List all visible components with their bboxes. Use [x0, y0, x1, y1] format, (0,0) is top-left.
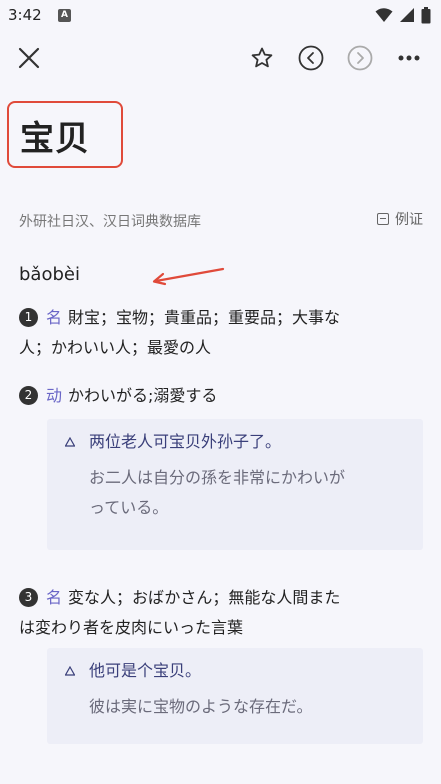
example-block: 他可是个宝贝。 彼は実に宝物のような存在だ。 — [47, 648, 423, 744]
example-japanese-line: 彼は実に宝物のような存在だ。 — [89, 697, 313, 716]
example-chinese[interactable]: 他可是个宝贝。 — [89, 658, 423, 684]
example-block: 两位老人可宝贝外孙子了。 お二人は自分の孫を非常にかわいが っている。 — [47, 419, 423, 550]
wifi-icon — [375, 8, 393, 22]
example-japanese-line: っている。 — [89, 498, 169, 517]
a-badge-icon: A — [58, 9, 71, 22]
triangle-icon — [65, 437, 75, 447]
sense-definition: 財宝；宝物；貴重品；重要品；大事な — [68, 308, 341, 327]
dictionary-source: 外研社日汉、汉日词典数据库 — [19, 214, 201, 230]
more-options-button[interactable] — [392, 38, 426, 78]
close-icon — [18, 47, 40, 69]
example-japanese: お二人は自分の孫を非常にかわいが っている。 — [89, 463, 423, 523]
sense-1: 1 名財宝；宝物；貴重品；重要品；大事な 人；かわいい人；最愛の人 — [19, 303, 340, 363]
example-chinese[interactable]: 两位老人可宝贝外孙子了。 — [89, 429, 423, 455]
sense-definition: 変な人；おばかさん；無能な人間また — [68, 588, 341, 607]
sense-number: 1 — [19, 308, 38, 327]
pinyin: bǎobèi — [19, 264, 80, 285]
sense-3: 3 名変な人；おばかさん；無能な人間また は変わり者を皮肉にいった言葉 — [19, 583, 340, 643]
examples-toggle-label: 例证 — [395, 212, 423, 228]
signal-icon — [400, 8, 414, 22]
collapse-icon — [377, 213, 389, 225]
annotation-arrow-icon — [152, 267, 225, 286]
status-icons — [375, 6, 431, 24]
headword: 宝贝 — [20, 119, 90, 159]
sense-definition-cont: 人；かわいい人；最愛の人 — [19, 338, 212, 357]
favorite-button[interactable] — [245, 38, 279, 78]
chevron-left-circle-icon — [298, 45, 324, 71]
toolbar — [0, 38, 441, 78]
sense-number: 3 — [19, 588, 38, 607]
sense-definition-cont: は変わり者を皮肉にいった言葉 — [19, 618, 244, 637]
battery-icon — [421, 6, 431, 23]
next-entry-button[interactable] — [343, 38, 377, 78]
star-icon — [251, 47, 273, 68]
chevron-right-circle-icon — [347, 45, 373, 71]
part-of-speech[interactable]: 动 — [46, 386, 62, 405]
more-icon — [398, 55, 420, 61]
sense-number: 2 — [19, 386, 38, 405]
status-time: 3:42 — [8, 6, 42, 24]
example-japanese: 彼は実に宝物のような存在だ。 — [89, 692, 423, 722]
part-of-speech[interactable]: 名 — [46, 308, 62, 327]
close-button[interactable] — [12, 38, 46, 78]
examples-toggle-button[interactable]: 例证 — [377, 209, 423, 229]
status-bar: 3:42 A — [0, 0, 441, 32]
part-of-speech[interactable]: 名 — [46, 588, 62, 607]
sense-2: 2 动かわいがる;溺愛する — [19, 381, 217, 411]
triangle-icon — [65, 666, 75, 676]
sense-definition: かわいがる;溺愛する — [68, 386, 218, 405]
previous-entry-button[interactable] — [294, 38, 328, 78]
example-japanese-line: お二人は自分の孫を非常にかわいが — [89, 468, 346, 487]
